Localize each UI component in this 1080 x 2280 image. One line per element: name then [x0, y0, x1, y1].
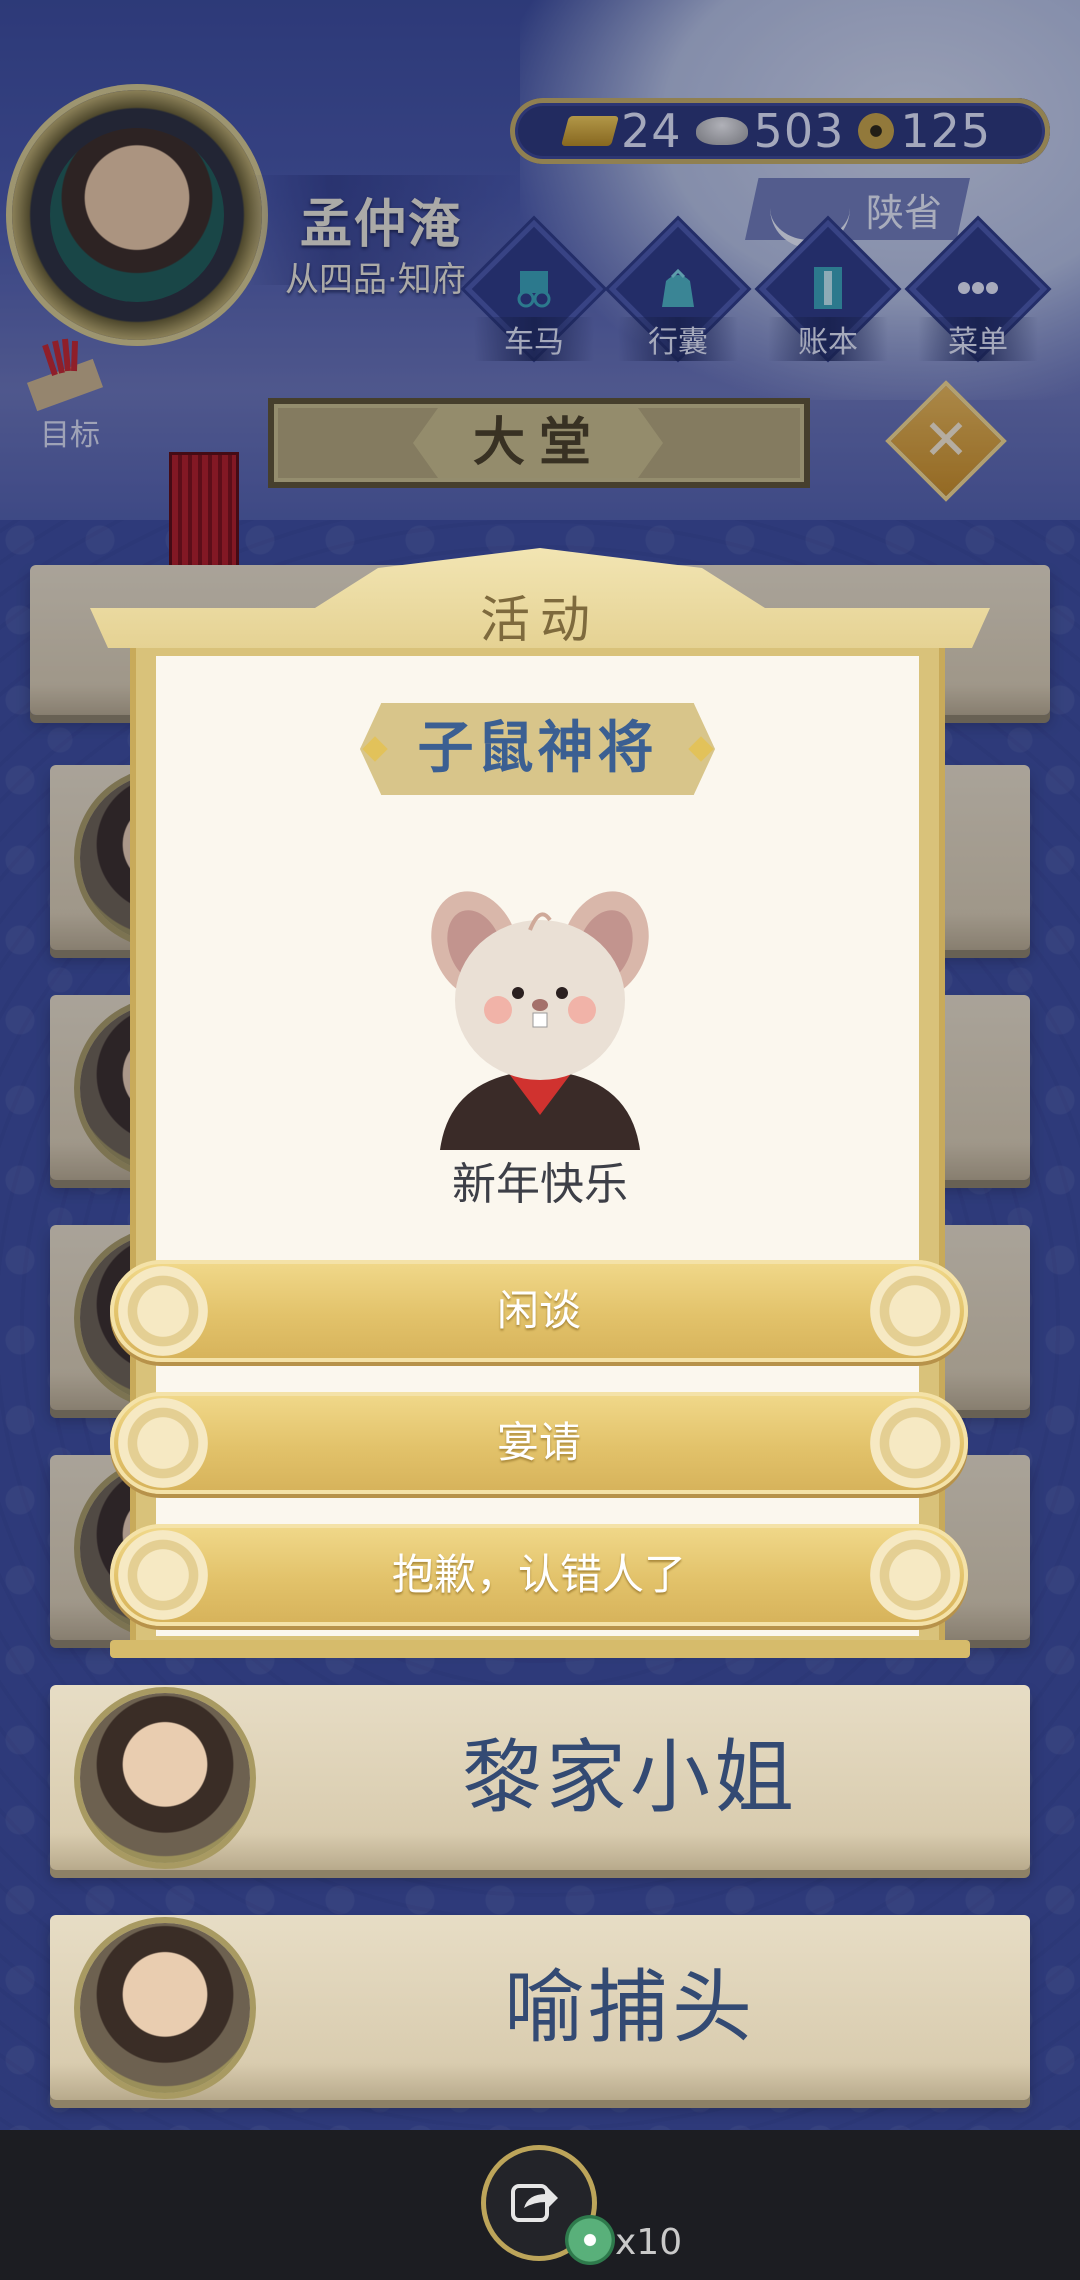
option-label: 抱歉，认错人了	[391, 1550, 686, 1599]
modal-bottom-bar	[110, 1640, 970, 1658]
npc-greeting: 新年快乐	[452, 1159, 628, 1210]
rat-general-portrait	[431, 891, 649, 1150]
share-icon[interactable]	[510, 2178, 560, 2224]
modal-title: 活动	[480, 591, 600, 649]
list-item-name: 黎家小姐	[462, 1731, 798, 1824]
option-banquet-button[interactable]: 宴请	[110, 1392, 968, 1494]
option-chat-button[interactable]: 闲谈	[110, 1260, 968, 1362]
option-label: 闲谈	[496, 1286, 581, 1335]
avatar	[80, 1923, 250, 2093]
list-item-lady-li[interactable]: 黎家小姐	[50, 1685, 1030, 1870]
list-item-name: 喻捕头	[504, 1961, 756, 2054]
option-label: 宴请	[496, 1418, 581, 1467]
option-wrong-person-button[interactable]: 抱歉，认错人了	[110, 1524, 968, 1626]
list-item-constable-yu[interactable]: 喻捕头	[50, 1915, 1030, 2100]
share-reward-count: x10	[615, 2222, 683, 2263]
jade-coin-icon	[565, 2215, 615, 2265]
npc-name: 子鼠神将	[417, 716, 658, 781]
avatar	[80, 1693, 250, 1863]
